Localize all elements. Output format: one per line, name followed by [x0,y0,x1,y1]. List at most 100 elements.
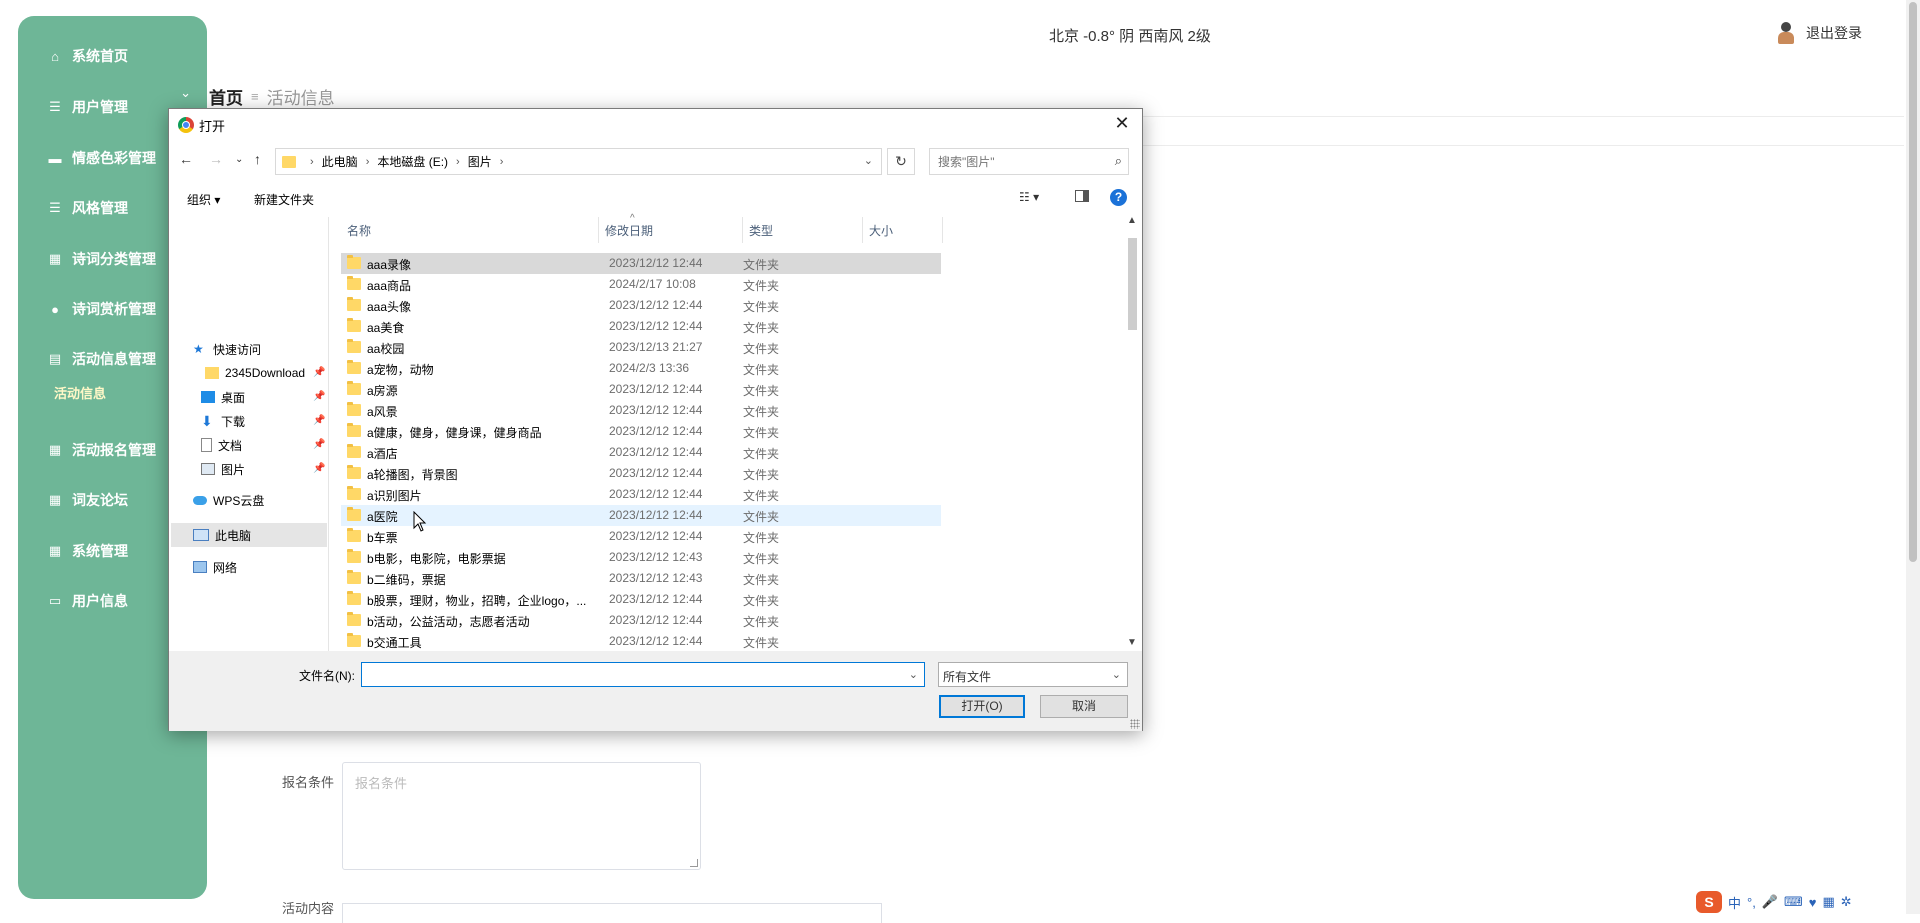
column-header-type[interactable]: 类型 [743,217,863,243]
nav-item-activity[interactable]: ▤ 活动信息管理 [46,348,156,370]
pin-icon[interactable]: 📌 [313,463,325,474]
nav-item-poem-category[interactable]: ▦ 诗词分类管理 [46,248,156,270]
preview-pane-icon[interactable] [1075,190,1089,202]
file-row[interactable]: a风景 2023/12/12 12:44 文件夹 [341,400,941,421]
keyboard-icon[interactable]: ⌨ [1784,894,1803,910]
file-row[interactable]: b电影，电影院，电影票据 2023/12/12 12:43 文件夹 [341,547,941,568]
address-bar[interactable]: › 此电脑 › 本地磁盘 (E:) › 图片 › ⌄ [275,148,882,175]
nav-item-user-info[interactable]: ▭ 用户信息 [46,590,128,612]
scroll-up-icon[interactable]: ▲ [1127,215,1137,226]
settings-icon[interactable]: ✲ [1841,894,1852,910]
nav-this-pc[interactable]: 此电脑 [193,524,251,546]
nav-network[interactable]: 网络 [193,556,237,578]
search-box[interactable]: ⌕ [929,148,1129,175]
nav-item-signup[interactable]: ▦ 活动报名管理 [46,439,156,461]
nav-item-users[interactable]: ☰ 用户管理 [46,96,128,118]
open-button[interactable]: 打开(O) [939,695,1025,718]
address-segment-pictures[interactable]: 图片 [468,153,492,170]
nav-item-emotion[interactable]: ▬ 情感色彩管理 [46,147,157,169]
file-row[interactable]: aaa头像 2023/12/12 12:44 文件夹 [341,295,941,316]
file-row[interactable]: a轮播图，背景图 2023/12/12 12:44 文件夹 [341,463,941,484]
filetype-select[interactable]: 所有文件 ⌄ [938,662,1128,687]
scrollbar-thumb[interactable] [1909,2,1917,562]
file-row[interactable]: aa校园 2023/12/13 21:27 文件夹 [341,337,941,358]
nav-item-poem-analysis[interactable]: ● 诗词赏析管理 [46,298,156,320]
address-segment-disk[interactable]: 本地磁盘 (E:) [377,153,448,170]
organize-button[interactable]: 组织 ▾ [187,191,220,208]
activity-content-editor[interactable] [342,903,882,923]
file-row[interactable]: a识别图片 2023/12/12 12:44 文件夹 [341,484,941,505]
file-row[interactable]: a酒店 2023/12/12 12:44 文件夹 [341,442,941,463]
column-header-size[interactable]: 大小 [863,217,943,243]
ime-mode[interactable]: 中 [1728,893,1741,912]
ime-punct[interactable]: °, [1747,895,1756,910]
nav-wps-cloud[interactable]: WPS云盘 [193,489,264,511]
chevron-down-icon[interactable]: ⌄ [909,668,918,681]
file-row[interactable]: b活动，公益活动，志愿者活动 2023/12/12 12:44 文件夹 [341,610,941,631]
view-options-icon[interactable]: ☷ ▾ [1019,190,1039,204]
pin-icon[interactable]: 📌 [313,439,325,450]
search-input[interactable] [930,149,1100,174]
toolbox-icon[interactable]: ▦ [1823,894,1835,910]
file-row[interactable]: aa美食 2023/12/12 12:44 文件夹 [341,316,941,337]
nav-downloads[interactable]: ⬇ 下载 [201,410,245,432]
back-arrow-icon[interactable]: ← [179,151,193,167]
file-row[interactable]: b二维码，票据 2023/12/12 12:43 文件夹 [341,568,941,589]
column-header-date[interactable]: 修改日期 [599,217,743,243]
resize-handle[interactable] [690,859,698,867]
nav-pictures[interactable]: 图片 [201,458,245,480]
new-folder-button[interactable]: 新建文件夹 [254,191,314,208]
pin-icon[interactable]: 📌 [313,391,325,402]
nav-subitem-activity-info[interactable]: 活动信息 [54,383,106,402]
file-row[interactable]: a房源 2023/12/12 12:44 文件夹 [341,379,941,400]
nav-quick-access[interactable]: ★ 快速访问 [193,338,261,360]
file-row[interactable]: b车票 2023/12/12 12:44 文件夹 [341,526,941,547]
chevron-right-icon[interactable]: › [456,156,460,168]
nav-2345download[interactable]: 2345Download [205,362,305,384]
scrollbar-thumb[interactable] [1128,238,1137,330]
dialog-titlebar[interactable]: 打开 ✕ [169,109,1142,139]
file-row[interactable]: a宠物，动物 2024/2/3 13:36 文件夹 [341,358,941,379]
cancel-button[interactable]: 取消 [1040,695,1128,718]
skin-icon[interactable]: ♥ [1809,895,1817,910]
close-icon[interactable]: ✕ [1108,112,1136,136]
pin-icon[interactable]: 📌 [313,367,325,378]
file-list-scrollbar[interactable]: ▲ ▼ [1124,213,1141,651]
resize-grip[interactable] [1130,719,1140,729]
microphone-icon[interactable]: 🎤 [1762,894,1778,910]
nav-item-forum[interactable]: ▦ 词友论坛 [46,489,128,511]
chevron-down-icon[interactable]: ⌄ [1112,668,1121,681]
file-row[interactable]: aaa录像 2023/12/12 12:44 文件夹 [341,253,941,274]
file-row[interactable]: a医院 2023/12/12 12:44 文件夹 [341,505,941,526]
file-row[interactable]: b交通工具 2023/12/12 12:44 文件夹 [341,631,941,651]
page-scrollbar[interactable] [1906,0,1920,914]
nav-item-system[interactable]: ▦ 系统管理 [46,540,128,562]
nav-documents[interactable]: 文档 [201,434,242,456]
filename-input[interactable] [362,663,902,686]
chevron-down-icon[interactable]: ⌄ [864,154,873,167]
address-segment-pc[interactable]: 此电脑 [322,153,358,170]
chevron-right-icon[interactable]: › [310,156,314,168]
signup-condition-textarea[interactable]: 报名条件 [342,762,701,870]
recent-dropdown-icon[interactable]: ⌄ [235,154,243,165]
sogou-ime-icon[interactable]: S [1696,891,1722,913]
search-icon[interactable]: ⌕ [1115,153,1122,169]
nav-item-home[interactable]: ⌂ 系统首页 [46,45,128,67]
forward-arrow-icon[interactable]: → [209,151,223,167]
column-header-name[interactable]: 名称 [341,217,599,243]
pin-icon[interactable]: 📌 [313,415,325,426]
file-row[interactable]: aaa商品 2024/2/17 10:08 文件夹 [341,274,941,295]
filename-field[interactable]: ⌄ [361,662,925,687]
help-icon[interactable]: ? [1110,189,1127,206]
up-arrow-icon[interactable]: ↑ [254,151,261,167]
logout-link[interactable]: 退出登录 [1806,23,1862,43]
chevron-right-icon[interactable]: › [500,156,504,168]
nav-item-style[interactable]: ☰ 风格管理 [46,197,128,219]
chevron-right-icon[interactable]: › [366,156,370,168]
refresh-button[interactable]: ↻ [887,148,915,175]
breadcrumb-home[interactable]: 首页 [209,84,243,109]
scroll-down-icon[interactable]: ▼ [1127,637,1137,648]
file-row[interactable]: a健康，健身，健身课，健身商品 2023/12/12 12:44 文件夹 [341,421,941,442]
nav-desktop[interactable]: 桌面 [201,386,245,408]
chevron-down-icon[interactable]: ⌄ [180,85,191,101]
